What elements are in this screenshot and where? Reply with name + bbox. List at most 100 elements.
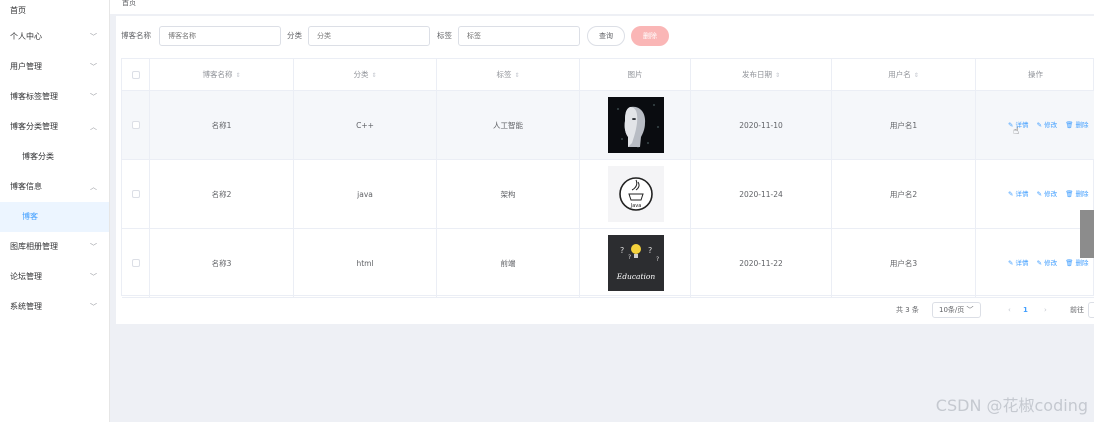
column-header-category[interactable]: 分类 ⇕ — [294, 59, 437, 91]
sidebar-item-personal-center[interactable]: 个人中心 ﹀ — [0, 22, 109, 52]
cell-date: 2020-11-22 — [691, 229, 832, 298]
cell-user: 用户名1 — [832, 91, 976, 160]
column-header-tag[interactable]: 标签 ⇕ — [437, 59, 580, 91]
breadcrumb-home[interactable]: 首页 — [122, 0, 136, 7]
cell-tag: 前端 — [437, 229, 580, 298]
svg-text:?: ? — [628, 254, 631, 261]
svg-text:?: ? — [648, 246, 652, 255]
sidebar-item-blog-info[interactable]: 博客信息 ︿ — [0, 172, 109, 202]
goto-page-input[interactable] — [1088, 302, 1094, 318]
blog-table: 博客名称 ⇕ 分类 ⇕ 标签 ⇕ 图片 发布日期 ⇕ 用户名 ⇕ 操作 名称1 C++ 人… — [121, 58, 1094, 298]
sort-icon[interactable]: ⇕ — [914, 72, 919, 79]
goto-label: 前往 — [1070, 306, 1084, 314]
batch-delete-button[interactable]: 删除 — [631, 26, 669, 46]
prev-page-button[interactable]: ‹ — [1008, 302, 1011, 318]
table-row[interactable]: 名称1 C++ 人工智能 2020-11-10 用户名1 ✎ 详情 ✎ 修改 🗑… — [122, 91, 1094, 160]
pagination-total: 共 3 条 — [896, 306, 919, 314]
sidebar-item-forum-management[interactable]: 论坛管理 ﹀ — [0, 262, 109, 292]
cell-tag: 架构 — [437, 160, 580, 229]
column-header-date[interactable]: 发布日期 ⇕ — [691, 59, 832, 91]
sort-icon[interactable]: ⇕ — [235, 72, 240, 79]
table-row[interactable]: 名称3 html 前端 ? ? ? ? Education 2020-11-22… — [122, 229, 1094, 298]
tag-filter-label: 标签 — [437, 31, 452, 40]
sidebar: 首页 个人中心 ﹀ 用户管理 ﹀ 博客标签管理 ﹀ 博客分类管理 ︿ 博客分类 博客信息… — [0, 0, 110, 422]
row-checkbox[interactable] — [132, 121, 140, 129]
delete-button[interactable]: 🗑 删除 — [1065, 190, 1088, 198]
mouse-cursor-icon: ☝ — [1013, 126, 1020, 137]
sidebar-item-category-management[interactable]: 博客分类管理 ︿ — [0, 112, 109, 142]
chevron-down-icon: ﹀ — [90, 93, 97, 101]
sidebar-item-label: 博客标签管理 — [10, 92, 58, 101]
sidebar-item-blog[interactable]: 博客 — [0, 202, 109, 232]
sidebar-item-gallery-management[interactable]: 图库相册管理 ﹀ — [0, 232, 109, 262]
row-checkbox[interactable] — [132, 259, 140, 267]
cell-tag: 人工智能 — [437, 91, 580, 160]
sidebar-item-tag-management[interactable]: 博客标签管理 ﹀ — [0, 82, 109, 112]
sort-icon[interactable]: ⇕ — [775, 72, 780, 79]
query-button[interactable]: 查询 — [587, 26, 625, 46]
select-all-checkbox[interactable] — [132, 71, 140, 79]
chevron-up-icon: ︿ — [90, 123, 97, 131]
detail-button[interactable]: ✎ 详情 — [1008, 259, 1029, 267]
sort-icon[interactable]: ⇕ — [514, 72, 519, 79]
sidebar-item-home[interactable]: 首页 — [0, 0, 109, 22]
chevron-down-icon: ﹀ — [90, 63, 97, 71]
svg-text:?: ? — [620, 246, 624, 255]
row-checkbox[interactable] — [132, 190, 140, 198]
cell-category: java — [294, 160, 437, 229]
edit-button[interactable]: ✎ 修改 — [1037, 190, 1058, 198]
chevron-down-icon: ﹀ — [90, 33, 97, 41]
current-page[interactable]: 1 — [1023, 302, 1028, 318]
sidebar-item-label: 个人中心 — [10, 32, 42, 41]
page-size-select[interactable]: 10条/页 ﹀ — [932, 302, 981, 318]
next-page-button[interactable]: › — [1044, 302, 1047, 318]
category-filter-label: 分类 — [287, 31, 302, 40]
cell-date: 2020-11-24 — [691, 160, 832, 229]
cell-date: 2020-11-10 — [691, 91, 832, 160]
scrollbar-thumb[interactable] — [1080, 210, 1094, 258]
cell-actions: ✎ 详情 ✎ 修改 🗑 删除 — [976, 160, 1094, 229]
sidebar-item-label: 图库相册管理 — [10, 242, 58, 251]
detail-button[interactable]: ✎ 详情 — [1008, 190, 1029, 198]
chevron-down-icon: ﹀ — [90, 243, 97, 251]
cell-user: 用户名3 — [832, 229, 976, 298]
main-content: 首页 博客名称 分类 标签 查询 删除 博客名称⇕ 分类⇕ 标签⇕ 图片 发布日 — [110, 0, 1094, 422]
cell-image — [580, 91, 691, 160]
delete-button[interactable]: 🗑 删除 — [1065, 259, 1088, 267]
edit-button[interactable]: ✎ 修改 — [1037, 121, 1058, 129]
tag-filter-input[interactable] — [458, 26, 580, 46]
cell-user: 用户名2 — [832, 160, 976, 229]
edit-button[interactable]: ✎ 修改 — [1037, 259, 1058, 267]
chevron-up-icon: ︿ — [90, 183, 97, 191]
name-filter-label: 博客名称 — [121, 31, 151, 40]
ai-face-image[interactable] — [608, 97, 664, 153]
column-header-user[interactable]: 用户名 ⇕ — [832, 59, 976, 91]
column-header-name[interactable]: 博客名称 ⇕ — [150, 59, 294, 91]
cell-name: 名称2 — [150, 160, 294, 229]
breadcrumb: 首页 — [110, 0, 1094, 14]
cell-image: Java — [580, 160, 691, 229]
select-all-cell — [122, 59, 150, 91]
education-lightbulb-image[interactable]: ? ? ? ? Education — [608, 235, 664, 291]
sidebar-item-system-management[interactable]: 系统管理 ﹀ — [0, 292, 109, 322]
name-filter-input[interactable] — [159, 26, 281, 46]
sort-icon[interactable]: ⇕ — [371, 72, 376, 79]
delete-button[interactable]: 🗑 删除 — [1065, 121, 1088, 129]
java-logo-image[interactable]: Java — [608, 166, 664, 222]
chevron-down-icon: ﹀ — [90, 303, 97, 311]
content-panel: 博客名称 分类 标签 查询 删除 博客名称⇕ 分类⇕ 标签⇕ 图片 发布日期⇕ … — [116, 16, 1094, 324]
svg-text:?: ? — [656, 256, 659, 263]
chevron-down-icon: ﹀ — [90, 273, 97, 281]
category-filter-input[interactable] — [308, 26, 430, 46]
column-header-image: 图片 — [580, 59, 691, 91]
cell-actions: ✎ 详情 ✎ 修改 🗑 删除 — [976, 91, 1094, 160]
sidebar-item-label: 论坛管理 — [10, 272, 42, 281]
sidebar-item-label: 用户管理 — [10, 62, 42, 71]
sidebar-item-label: 博客分类 — [22, 152, 54, 161]
education-text: Education — [616, 272, 656, 281]
sidebar-item-label: 系统管理 — [10, 302, 42, 311]
sidebar-item-user-management[interactable]: 用户管理 ﹀ — [0, 52, 109, 82]
sidebar-item-label: 博客分类管理 — [10, 122, 58, 131]
table-row[interactable]: 名称2 java 架构 Java 2020-11-24 用户名2 ✎ 详情 ✎ … — [122, 160, 1094, 229]
sidebar-item-category[interactable]: 博客分类 — [0, 142, 109, 172]
